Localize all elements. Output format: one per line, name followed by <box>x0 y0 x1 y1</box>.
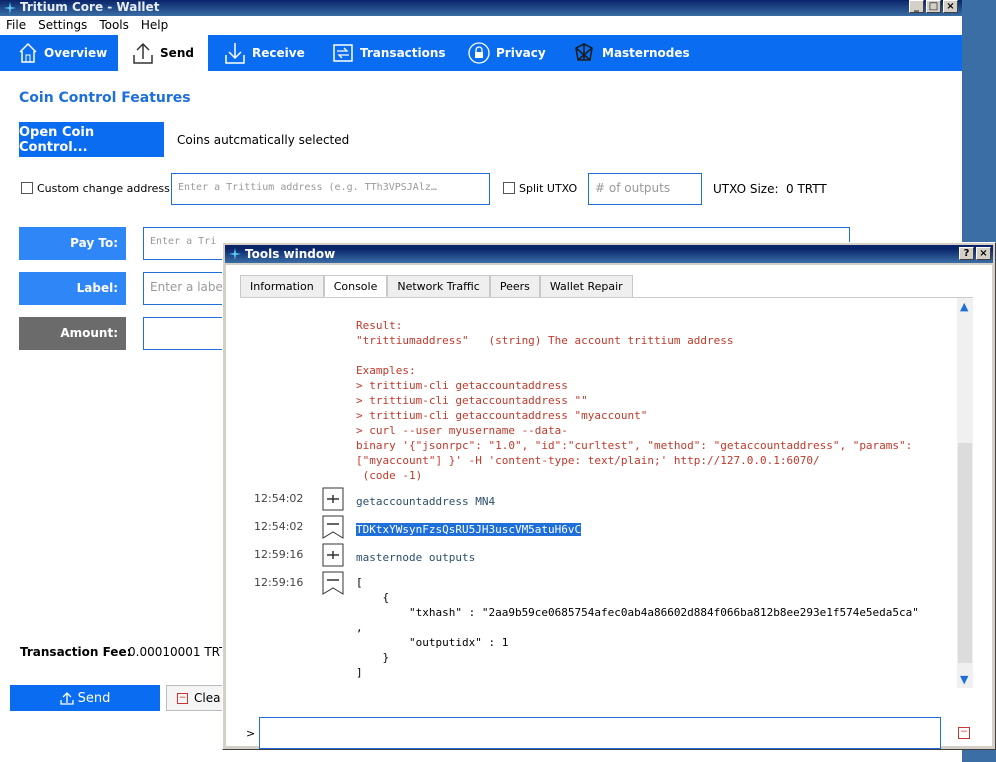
console-prompt: > <box>246 727 256 740</box>
help-line <box>356 348 912 363</box>
trittium-logo-icon <box>4 2 16 14</box>
tab-information[interactable]: Information <box>240 275 324 297</box>
tab-overview[interactable]: Overview <box>18 35 107 71</box>
send-upload-icon <box>133 42 153 64</box>
console-command: getaccountaddress MN4 <box>356 495 496 508</box>
help-line: ["myaccount"] }' -H 'content-type: text/… <box>356 454 820 467</box>
reply-icon <box>322 571 344 595</box>
coins-status-text: Coins autcmatically selected <box>177 133 350 147</box>
help-line: > trittium-cli getaccountaddress <box>356 379 568 392</box>
help-line: "trittiumaddress" (string) The account t… <box>356 334 734 347</box>
tab-receive[interactable]: Receive <box>224 35 305 71</box>
tools-content: Information Console Network Traffic Peer… <box>226 265 992 749</box>
menu-settings[interactable]: Settings <box>32 16 93 35</box>
window-title: Tritium Core - Wallet <box>20 0 160 14</box>
nav-bar: Overview Send Receive Transactions Priva… <box>0 35 962 71</box>
tab-network-traffic[interactable]: Network Traffic <box>387 275 490 297</box>
utxo-size-value: 0 TRTT <box>786 182 827 196</box>
tab-peers[interactable]: Peers <box>489 275 540 297</box>
close-button[interactable]: × <box>943 0 958 13</box>
tab-wallet-repair[interactable]: Wallet Repair <box>539 275 633 297</box>
entry-time: 12:54:02 <box>254 520 304 533</box>
scroll-thumb[interactable] <box>958 443 972 663</box>
console-command: masternode outputs <box>356 551 476 564</box>
console-input[interactable] <box>259 717 941 749</box>
remove-icon: − <box>177 692 188 704</box>
masternodes-network-icon <box>575 43 593 61</box>
entry-time: 12:54:02 <box>254 492 304 505</box>
send-upload-icon <box>59 692 74 705</box>
help-line: (code -1) <box>356 469 423 482</box>
tab-masternodes[interactable]: Masternodes <box>572 35 690 71</box>
help-line: > trittium-cli getaccountaddress "" <box>356 394 588 407</box>
entry-time: 12:59:16 <box>254 548 304 561</box>
menu-file[interactable]: File <box>0 16 32 35</box>
tools-close-button[interactable]: × <box>976 247 991 260</box>
transaction-fee-label: Transaction Fee: <box>20 645 132 659</box>
scroll-up-icon[interactable]: ▲ <box>960 300 968 313</box>
tab-privacy[interactable]: Privacy <box>468 35 546 71</box>
send-button[interactable]: Send <box>10 685 160 711</box>
scroll-down-icon[interactable]: ▼ <box>960 673 968 686</box>
entry-time: 12:59:16 <box>254 576 304 589</box>
maximize-button[interactable]: □ <box>926 0 941 13</box>
pay-to-label: Pay To: <box>19 227 126 260</box>
menu-help[interactable]: Help <box>135 16 174 35</box>
transaction-fee-value: 0.00010001 TRT <box>128 645 227 659</box>
console-reply-address[interactable]: TDKtxYWsynFzsQsRU5JH3uscVM5atuH6vC <box>356 523 582 536</box>
tools-title-bar: Tools window ? × <box>225 245 993 263</box>
coin-control-heading: Coin Control Features <box>19 90 191 106</box>
help-line: binary '{"jsonrpc": "1.0", "id":"curltes… <box>356 439 913 452</box>
utxo-size-label: UTXO Size: <box>713 182 779 196</box>
split-utxo-label: Split UTXO <box>519 182 578 195</box>
help-output: Result: "trittiumaddress" (string) The ac… <box>356 318 912 483</box>
menu-tools[interactable]: Tools <box>93 16 135 35</box>
console-output[interactable]: Result: "trittiumaddress" (string) The ac… <box>240 297 973 688</box>
home-icon <box>19 42 37 63</box>
console-scrollbar[interactable]: ▲ ▼ <box>957 298 973 688</box>
reply-icon <box>322 515 344 539</box>
console-reply-json: [ { "txhash" : "2aa9b59ce0685754afec0ab4… <box>356 576 919 679</box>
tab-console[interactable]: Console <box>323 275 388 297</box>
split-utxo-checkbox[interactable] <box>503 182 515 194</box>
lock-icon <box>468 42 490 64</box>
outputs-count-input[interactable]: # of outputs <box>588 173 702 205</box>
tools-tabs: Information Console Network Traffic Peer… <box>240 275 633 297</box>
amount-label: Amount: <box>19 317 126 350</box>
console-clear-icon[interactable]: − <box>958 727 970 739</box>
open-coin-control-button[interactable]: Open Coin Control... <box>19 122 164 157</box>
label-label: Label: <box>19 272 126 305</box>
custom-change-checkbox[interactable] <box>21 182 33 194</box>
help-line: > trittium-cli getaccountaddress "myacco… <box>356 409 648 422</box>
menu-bar: File Settings Tools Help <box>0 16 962 35</box>
clear-all-button[interactable]: − Clea <box>166 685 226 711</box>
title-bar: Tritium Core - Wallet _ □ × <box>0 0 962 16</box>
minimize-button[interactable]: _ <box>909 0 924 13</box>
custom-change-address-input[interactable]: Enter a Trittium address (e.g. TTh3VPSJA… <box>171 173 490 205</box>
tab-send[interactable]: Send <box>118 35 208 71</box>
help-line: Result: <box>356 319 403 332</box>
tab-transactions[interactable]: Transactions <box>332 35 446 71</box>
help-line: > curl --user myusername --data- <box>356 424 568 437</box>
receive-download-icon <box>225 43 245 64</box>
help-button[interactable]: ? <box>959 247 974 260</box>
command-icon <box>322 543 344 567</box>
transactions-icon <box>333 44 353 62</box>
tools-window-title: Tools window <box>245 247 336 261</box>
tools-window: Tools window ? × Information Console Net… <box>222 242 996 750</box>
help-line: Examples: <box>356 364 416 377</box>
trittium-logo-icon <box>229 248 241 260</box>
custom-change-label: Custom change address <box>37 182 170 195</box>
command-icon <box>322 487 344 511</box>
